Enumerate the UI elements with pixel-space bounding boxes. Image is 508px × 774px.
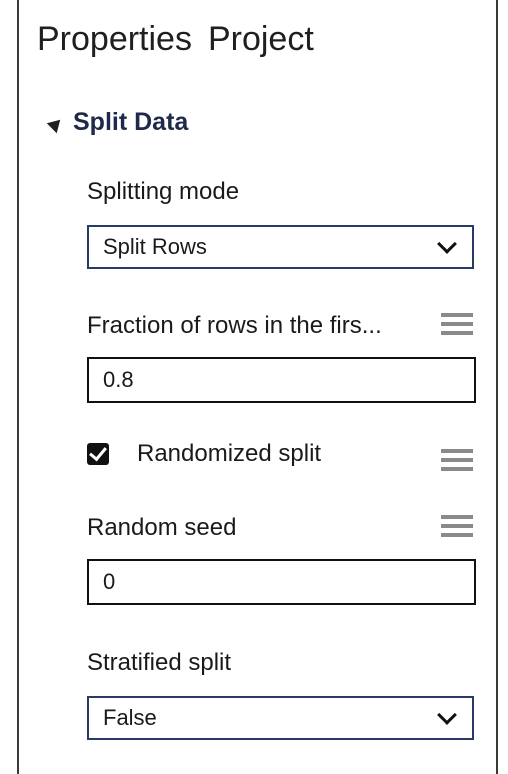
properties-panel: Properties Project Split Data Splitting … bbox=[17, 0, 498, 774]
stratified-split-label: Stratified split bbox=[87, 649, 232, 676]
chevron-down-icon bbox=[437, 234, 457, 254]
splitting-mode-select[interactable]: Split Rows bbox=[87, 225, 474, 269]
stratified-split-value: False bbox=[103, 705, 157, 730]
collapse-triangle-icon[interactable] bbox=[46, 114, 66, 133]
random-seed-label: Random seed bbox=[87, 514, 237, 541]
splitting-mode-value: Split Rows bbox=[103, 234, 207, 259]
random-seed-input[interactable]: 0 bbox=[87, 559, 476, 605]
random-seed-menu-icon[interactable] bbox=[441, 515, 473, 541]
fraction-label: Fraction of rows in the firs... bbox=[87, 312, 382, 339]
random-seed-value: 0 bbox=[103, 569, 116, 594]
stratified-split-select[interactable]: False bbox=[87, 696, 474, 740]
tab-project[interactable]: Project bbox=[208, 20, 314, 64]
fraction-menu-icon[interactable] bbox=[441, 313, 473, 339]
randomized-split-checkbox[interactable] bbox=[87, 443, 109, 465]
splitting-mode-label: Splitting mode bbox=[87, 178, 240, 205]
fraction-input[interactable]: 0.8 bbox=[87, 357, 476, 403]
section-header-split-data[interactable]: Split Data bbox=[46, 108, 189, 137]
tab-properties[interactable]: Properties bbox=[37, 20, 192, 64]
fraction-value: 0.8 bbox=[103, 367, 134, 392]
section-title: Split Data bbox=[73, 108, 189, 136]
randomized-split-label: Randomized split bbox=[137, 440, 322, 467]
panel-tabs: Properties Project bbox=[37, 20, 314, 64]
randomized-menu-icon[interactable] bbox=[441, 449, 473, 475]
chevron-down-icon bbox=[437, 705, 457, 725]
